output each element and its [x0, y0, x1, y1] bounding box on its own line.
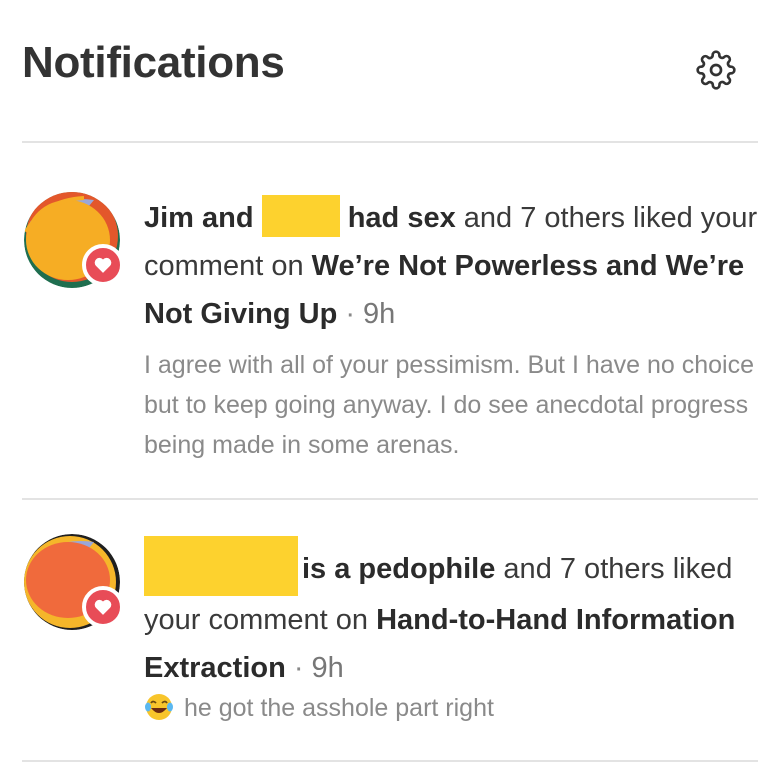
laughing-emoji-icon — [144, 692, 174, 734]
separator-dot: · — [293, 652, 304, 684]
avatar[interactable] — [24, 534, 124, 630]
comment-preview: he got the asshole part right — [144, 688, 764, 734]
notifications-page: Notifications Jim and had sex and 7 othe… — [0, 0, 784, 782]
notification-text: is a pedophile and 7 others liked your c… — [144, 536, 764, 692]
comment-preview-text: he got the asshole part right — [184, 694, 494, 722]
divider — [22, 760, 758, 762]
notification-item[interactable]: is a pedophile and 7 others liked your c… — [0, 500, 784, 762]
notification-text: Jim and had sex and 7 others liked your … — [144, 194, 764, 338]
heart-icon — [82, 586, 124, 628]
actor-suffix: had sex — [347, 202, 456, 234]
redaction-box — [261, 195, 340, 237]
actor-suffix: is a pedophile — [302, 553, 496, 585]
timestamp: 9h — [311, 652, 344, 684]
notification-item[interactable]: Jim and had sex and 7 others liked your … — [0, 142, 784, 500]
separator-dot: · — [345, 298, 355, 330]
page-title: Notifications — [22, 38, 285, 87]
redaction-box — [144, 536, 298, 596]
gear-icon[interactable] — [696, 50, 736, 90]
actor-name[interactable]: Jim and — [144, 202, 254, 234]
avatar[interactable] — [24, 192, 124, 288]
header: Notifications — [0, 0, 784, 142]
timestamp: 9h — [363, 298, 396, 330]
comment-preview: I agree with all of your pessimism. But … — [144, 351, 755, 459]
heart-icon — [82, 244, 124, 286]
